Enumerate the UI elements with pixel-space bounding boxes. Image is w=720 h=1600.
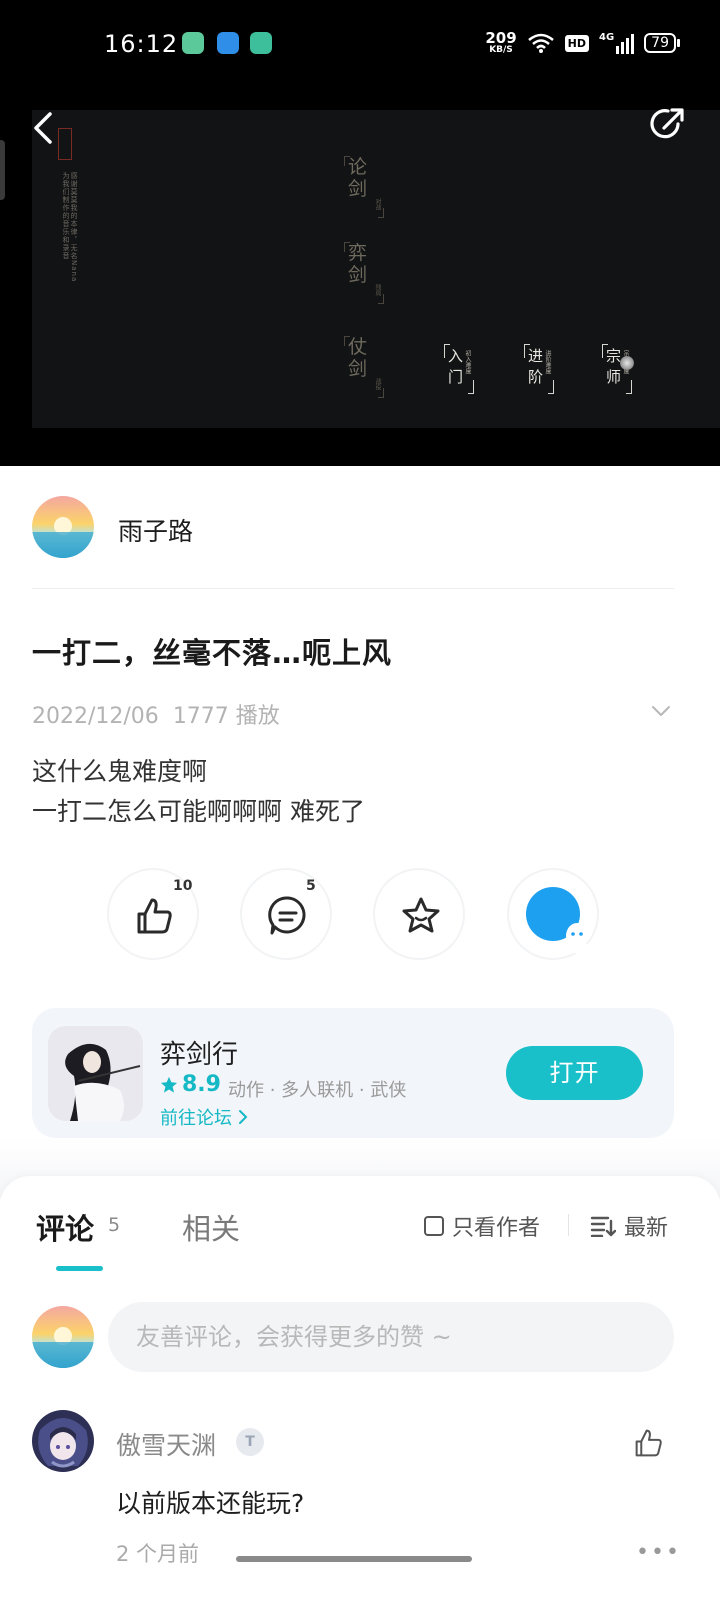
tab-indicator: [56, 1266, 103, 1271]
thumbs-up-icon[interactable]: [632, 1426, 666, 1460]
post-meta: 2022/12/06 1777 播放: [32, 698, 280, 730]
video-level-item: 入 门 初入难度: [444, 344, 474, 394]
more-options-icon[interactable]: •••: [636, 1540, 681, 1565]
status-indicators: 209 KB/S HD 4G 79: [485, 28, 680, 58]
comment-icon: [268, 896, 306, 935]
comment-button[interactable]: 5: [240, 868, 332, 960]
sort-icon: [590, 1216, 616, 1237]
tab-comments[interactable]: 评论: [36, 1206, 94, 1248]
star-filled-icon: [160, 1076, 178, 1093]
seal-stamp: [58, 128, 72, 160]
commenter-avatar[interactable]: [32, 1410, 94, 1472]
divider: [568, 1214, 569, 1236]
video-side-text: 为我们制作的音乐和录音: [62, 172, 70, 260]
tab-comments-count: 5: [108, 1214, 121, 1236]
commenter-name[interactable]: 傲雪天渊: [116, 1426, 216, 1462]
hd-icon: HD: [564, 34, 589, 52]
game-icon[interactable]: [48, 1026, 143, 1121]
game-rating: 8.9: [160, 1072, 221, 1097]
comment-text: 以前版本还能玩?: [116, 1489, 305, 1518]
tab-related[interactable]: 相关: [182, 1206, 240, 1248]
comment-time: 2 个月前: [116, 1542, 200, 1566]
video-level-item: 进 阶 进阶难度: [524, 344, 554, 394]
chevron-right-icon: [239, 1110, 248, 1124]
qq-icon: [526, 887, 591, 953]
post-body: 这什么鬼难度啊 一打二怎么可能啊啊啊 难死了: [32, 757, 365, 826]
post-plays: 1777 播放: [172, 704, 280, 729]
divider: [32, 588, 674, 589]
like-button[interactable]: 10: [107, 868, 199, 960]
post-title: 一打二，丝毫不落…呃上风: [32, 636, 393, 670]
sort-button[interactable]: 最新: [590, 1210, 668, 1242]
only-author-toggle[interactable]: 只看作者: [424, 1210, 540, 1242]
comment-count: 5: [306, 878, 316, 894]
video-menu-item: 弈 剑 残局: [344, 242, 384, 304]
status-time: 16:12: [104, 30, 179, 58]
open-game-button[interactable]: 打开: [506, 1046, 643, 1100]
status-bar: 16:12 209 KB/S HD 4G 79: [0, 0, 720, 90]
network-speed: 209 KB/S: [485, 29, 517, 55]
chevron-down-icon[interactable]: [650, 703, 672, 719]
video-cursor: [620, 356, 634, 370]
post-date: 2022/12/06: [32, 704, 159, 729]
game-card[interactable]: 弈剑行 8.9 动作 · 多人联机 · 武侠 前往论坛 打开: [32, 1008, 674, 1138]
side-handle[interactable]: [0, 140, 5, 200]
video-menu-item: 仗 剑 战役: [344, 336, 384, 398]
favorite-button[interactable]: [373, 868, 465, 960]
app-notification-icon: [217, 32, 239, 54]
game-name[interactable]: 弈剑行: [160, 1034, 238, 1071]
signal-icon: 4G: [599, 32, 635, 54]
star-icon: [402, 897, 440, 933]
author-avatar[interactable]: [32, 496, 94, 558]
share-icon[interactable]: [648, 104, 688, 144]
app-notification-icon: [250, 32, 272, 54]
video-side-text: 感谢莫莫我的本律，无名Nana: [70, 172, 78, 283]
home-indicator[interactable]: [236, 1556, 472, 1562]
app-notification-icon: [182, 32, 204, 54]
video-menu-item: 论 剑 对战: [344, 156, 384, 218]
thumbs-up-icon: [137, 898, 172, 934]
back-icon[interactable]: [28, 108, 60, 148]
share-qq-button[interactable]: [507, 868, 599, 960]
my-avatar: [32, 1306, 94, 1368]
battery-icon: 79: [644, 33, 680, 53]
author-name[interactable]: 雨子路: [118, 512, 193, 548]
like-count: 10: [173, 878, 193, 894]
user-level-badge: T: [236, 1428, 264, 1456]
wifi-icon: [527, 33, 554, 53]
comment-input[interactable]: 友善评论，会获得更多的赞 ~: [108, 1302, 674, 1372]
game-tags: 动作 · 多人联机 · 武侠: [228, 1080, 407, 1101]
checkbox[interactable]: [424, 1216, 444, 1236]
forum-link[interactable]: 前往论坛: [160, 1104, 248, 1130]
